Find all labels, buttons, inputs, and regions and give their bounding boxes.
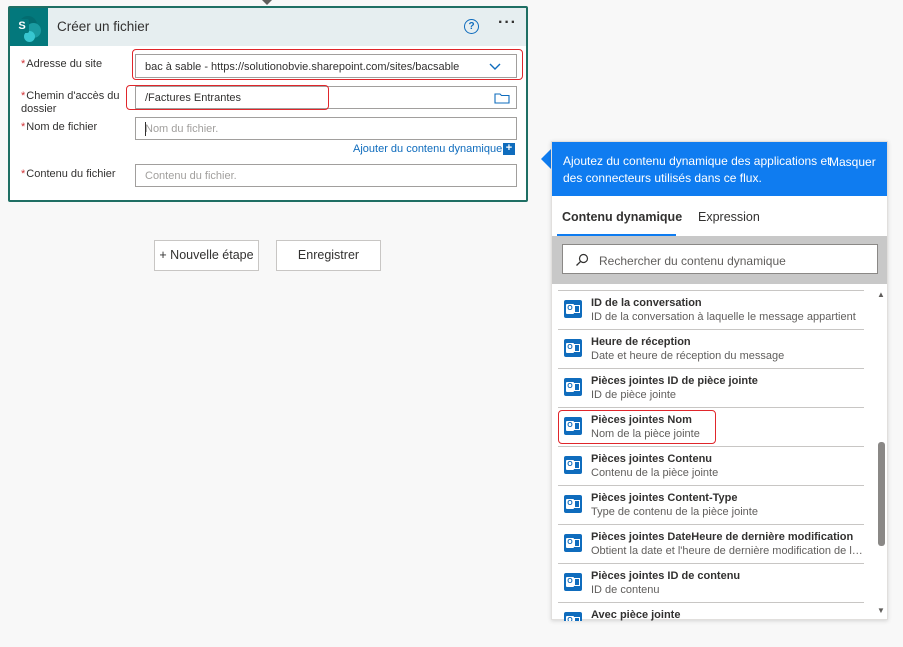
panel-tabs: Contenu dynamique Expression [552, 196, 887, 236]
list-item[interactable]: O Pièces jointes Content-Type Type de co… [558, 485, 864, 524]
highlight-folder-path [126, 85, 329, 110]
item-title: Heure de réception [591, 336, 691, 348]
list-item[interactable]: O ID de la conversation ID de la convers… [558, 290, 864, 329]
file-content-placeholder: Contenu du fichier. [145, 170, 237, 182]
folder-path-label: *Chemin d'accès du dossier [21, 90, 120, 115]
outlook-icon: O [564, 534, 582, 552]
file-name-input[interactable]: Nom du fichier. [135, 117, 517, 140]
item-title: Avec pièce jointe [591, 609, 681, 621]
item-description: Date et heure de réception du message [591, 350, 785, 362]
tab-expression[interactable]: Expression [698, 210, 760, 224]
sharepoint-logo-icon: S [10, 8, 48, 46]
panel-header-text: Ajoutez du contenu dynamique des applica… [563, 154, 831, 185]
dynamic-content-panel: Ajoutez du contenu dynamique des applica… [551, 141, 888, 621]
search-icon [576, 253, 589, 266]
tab-dynamic-content[interactable]: Contenu dynamique [562, 210, 682, 224]
site-address-label: *Adresse du site [21, 58, 103, 70]
new-step-button[interactable]: + Nouvelle étape [154, 240, 259, 271]
list-item[interactable]: O Pièces jointes ID de pièce jointe ID d… [558, 368, 864, 407]
file-content-input[interactable]: Contenu du fichier. [135, 164, 517, 187]
item-description: ID de contenu [591, 584, 660, 596]
folder-icon[interactable] [494, 92, 510, 104]
outlook-icon: O [564, 300, 582, 318]
text-cursor [145, 122, 146, 136]
list-item[interactable]: O Pièces jointes Contenu Contenu de la p… [558, 446, 864, 485]
outlook-icon: O [564, 378, 582, 396]
file-name-placeholder: Nom du fichier. [145, 123, 219, 135]
item-title: Pièces jointes ID de contenu [591, 570, 741, 582]
panel-header: Ajoutez du contenu dynamique des applica… [552, 142, 887, 196]
hide-panel-button[interactable]: Masquer [829, 155, 876, 169]
more-options-icon[interactable]: ··· [498, 14, 517, 32]
item-title: ID de la conversation [591, 297, 702, 309]
outlook-icon: O [564, 456, 582, 474]
add-dynamic-content-link[interactable]: Ajouter du contenu dynamique [353, 143, 502, 155]
list-item[interactable]: O Avec pièce jointe [558, 602, 864, 621]
item-title: Pièces jointes Contenu [591, 453, 713, 465]
search-input[interactable]: Rechercher du contenu dynamique [562, 244, 878, 274]
item-description: ID de la conversation à laquelle le mess… [591, 311, 856, 323]
item-description: Contenu de la pièce jointe [591, 467, 719, 479]
search-placeholder: Rechercher du contenu dynamique [599, 254, 786, 268]
item-title: Pièces jointes DateHeure de dernière mod… [591, 531, 854, 543]
outlook-icon: O [564, 495, 582, 513]
scrollbar-thumb[interactable] [878, 442, 885, 546]
file-name-label: *Nom de fichier [21, 121, 98, 133]
save-button[interactable]: Enregistrer [276, 240, 381, 271]
item-description: Obtient la date et l'heure de dernière m… [591, 545, 863, 557]
outlook-icon: O [564, 339, 582, 357]
highlight-site-address [132, 49, 523, 80]
add-dynamic-content-plus-icon[interactable]: + [503, 143, 515, 155]
item-title: Pièces jointes Content-Type [591, 492, 738, 504]
scroll-down-icon[interactable]: ▼ [877, 606, 885, 615]
card-header[interactable]: S Créer un fichier ? ··· [10, 8, 526, 46]
scrollbar[interactable]: ▲ ▼ [876, 284, 887, 621]
search-area: Rechercher du contenu dynamique [552, 236, 887, 284]
list-item[interactable]: O Pièces jointes ID de contenu ID de con… [558, 563, 864, 602]
create-file-action-card: S Créer un fichier ? ··· *Adresse du sit… [8, 6, 528, 202]
outlook-icon: O [564, 573, 582, 591]
list-item[interactable]: O Heure de réception Date et heure de ré… [558, 329, 864, 368]
item-title: Pièces jointes ID de pièce jointe [591, 375, 758, 387]
list-item[interactable]: O Pièces jointes DateHeure de dernière m… [558, 524, 864, 563]
outlook-icon: O [564, 612, 582, 621]
highlight-attachment-name [558, 410, 716, 444]
dynamic-content-list: O ID de la conversation ID de la convers… [552, 284, 876, 621]
action-title[interactable]: Créer un fichier [57, 19, 149, 34]
help-icon[interactable]: ? [464, 19, 479, 34]
item-description: ID de pièce jointe [591, 389, 676, 401]
item-description: Type de contenu de la pièce jointe [591, 506, 758, 518]
scroll-up-icon[interactable]: ▲ [877, 290, 885, 299]
file-content-label: *Contenu du fichier [21, 168, 116, 180]
